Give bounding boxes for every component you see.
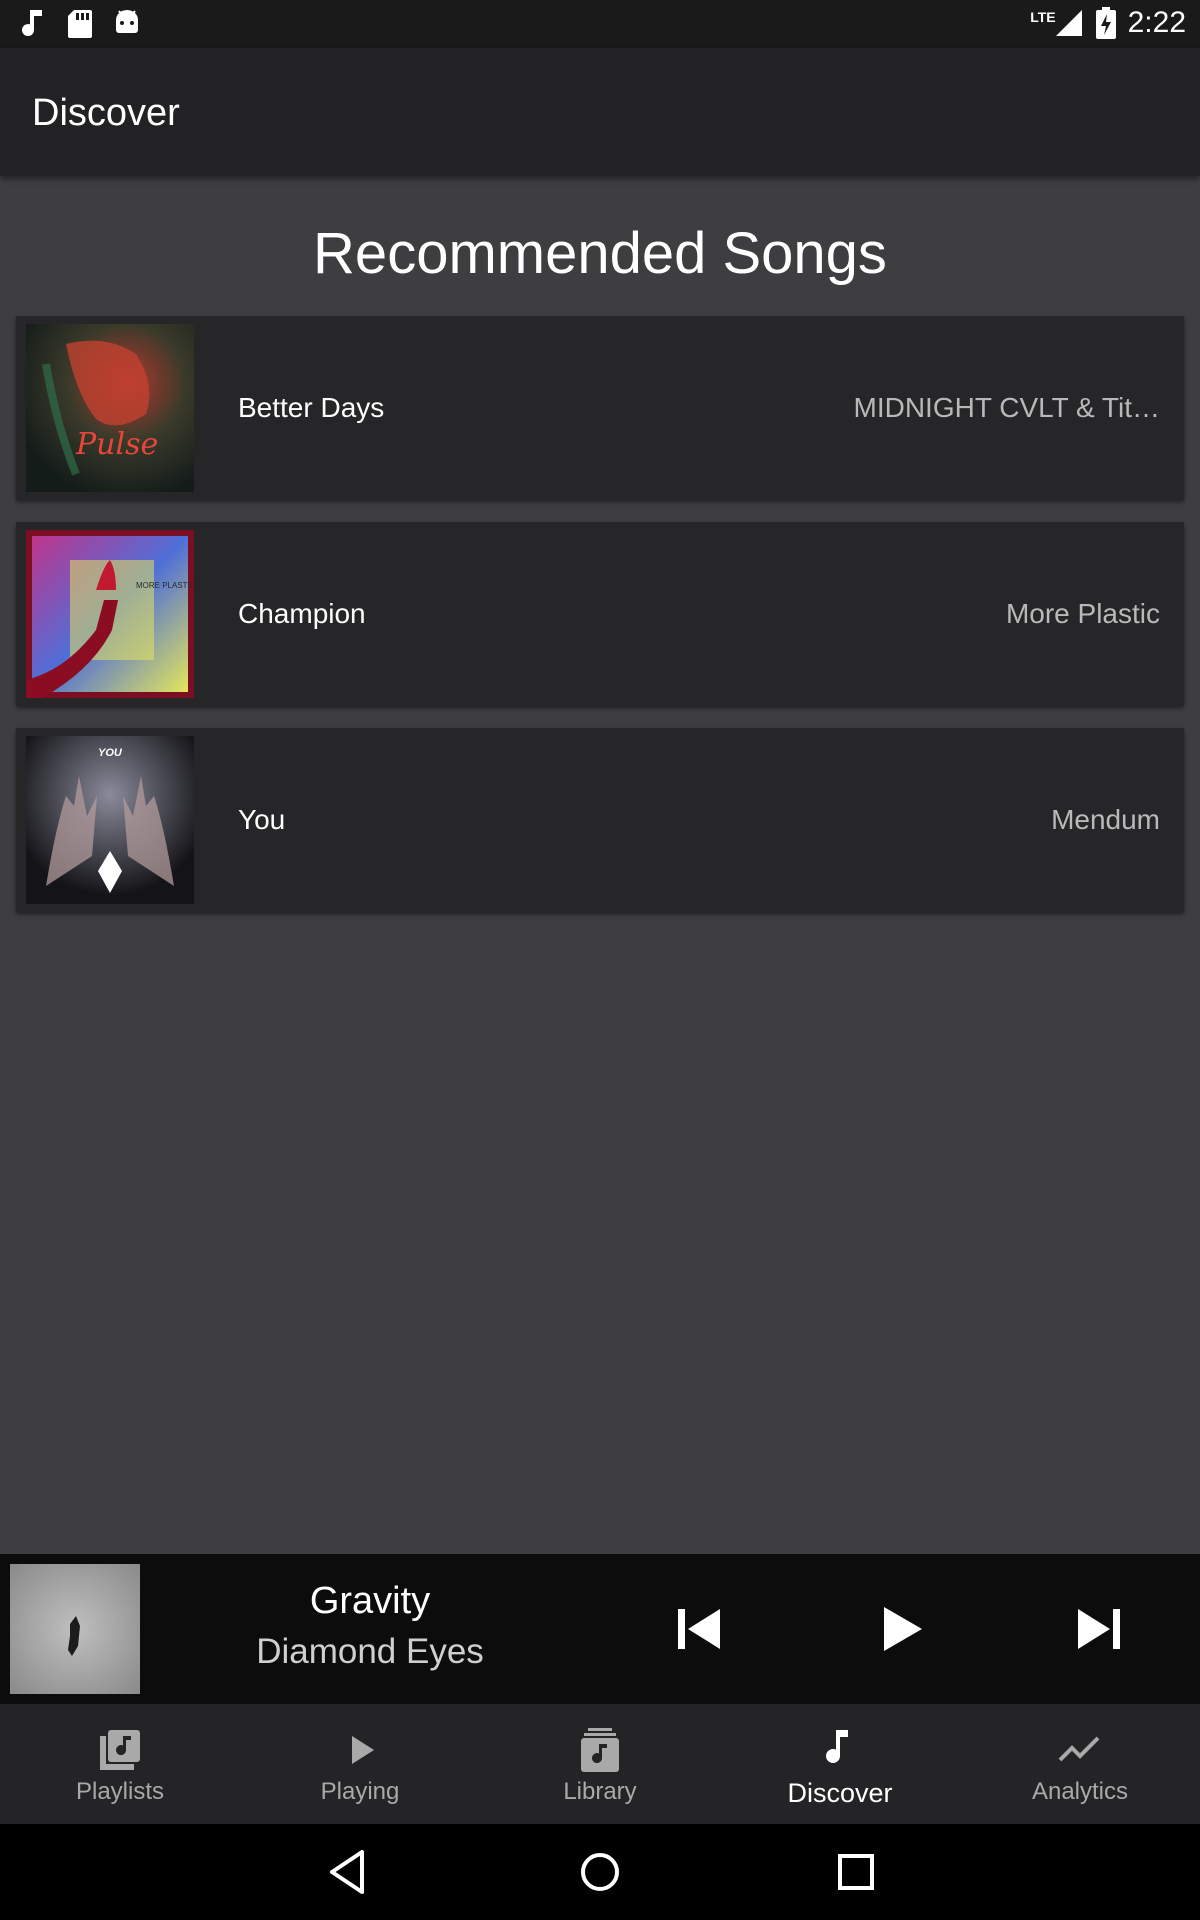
now-playing-bar[interactable]: Gravity Diamond Eyes (0, 1554, 1200, 1704)
nav-label: Playing (320, 1778, 400, 1805)
home-icon[interactable] (574, 1846, 626, 1898)
album-art-text: MORE PLASTIC (136, 581, 194, 590)
song-artist: MIDNIGHT CVLT & Tit… (853, 392, 1160, 423)
now-playing-artist: Diamond Eyes (256, 1632, 484, 1671)
nav-item-playing[interactable]: Playing (240, 1704, 480, 1824)
nav-label: Discover (787, 1778, 893, 1808)
play-icon (352, 1736, 374, 1764)
album-art-text: YOU (98, 747, 123, 759)
song-artist: More Plastic (1005, 598, 1160, 629)
app-bar: Discover (0, 48, 1200, 176)
play-icon[interactable] (872, 1599, 932, 1659)
music-note-icon (22, 10, 42, 37)
status-bar: LTE 2:22 (0, 0, 1200, 48)
nav-item-discover[interactable]: Discover (720, 1704, 960, 1824)
battery-charging-icon (1095, 7, 1116, 39)
nav-label: Analytics (1031, 1778, 1129, 1805)
song-artist: Mendum (1051, 804, 1160, 835)
song-row-better-days[interactable]: Pulse Better Days MIDNIGHT CVLT & Tit… (16, 316, 1184, 500)
song-row-you[interactable]: YOU You Mendum (16, 728, 1184, 912)
section-title: Recommended Songs (313, 221, 887, 286)
song-title: Champion (238, 598, 366, 629)
sd-card-icon (68, 10, 92, 38)
now-playing-title: Gravity (309, 1580, 431, 1622)
system-navigation-bar (0, 1824, 1200, 1920)
android-icon (116, 10, 138, 33)
now-playing-album-art (10, 1564, 140, 1694)
back-icon[interactable] (322, 1846, 374, 1898)
nav-label: Library (563, 1778, 637, 1805)
nav-item-playlists[interactable]: Playlists (0, 1704, 240, 1824)
clock: 2:22 (1127, 6, 1186, 39)
song-list: Pulse Better Days MIDNIGHT CVLT & Tit… M… (16, 316, 1184, 934)
skip-previous-icon[interactable] (670, 1599, 730, 1659)
nav-item-library[interactable]: Library (480, 1704, 720, 1824)
nav-label: Playlists (75, 1778, 165, 1805)
music-note-icon (826, 1730, 848, 1764)
recents-icon[interactable] (830, 1846, 882, 1898)
bottom-navigation: Playlists Playing Library Discover Analy… (0, 1704, 1200, 1824)
song-row-champion[interactable]: MORE PLASTIC Champion More Plastic (16, 522, 1184, 706)
album-art-text: Pulse (75, 427, 158, 462)
song-title: You (238, 804, 286, 835)
lte-label: LTE (1030, 9, 1056, 25)
app-title: Discover (32, 92, 180, 134)
playlists-icon (100, 1730, 140, 1770)
library-icon (581, 1728, 619, 1772)
nav-item-analytics[interactable]: Analytics (960, 1704, 1200, 1824)
album-art-better-days: Pulse (26, 324, 194, 492)
signal-icon (1055, 10, 1082, 36)
trending-icon (1058, 1736, 1100, 1762)
song-title: Better Days (238, 392, 385, 423)
album-art-you: YOU (26, 736, 194, 904)
skip-next-icon[interactable] (1068, 1599, 1128, 1659)
album-art-champion: MORE PLASTIC (26, 530, 194, 698)
